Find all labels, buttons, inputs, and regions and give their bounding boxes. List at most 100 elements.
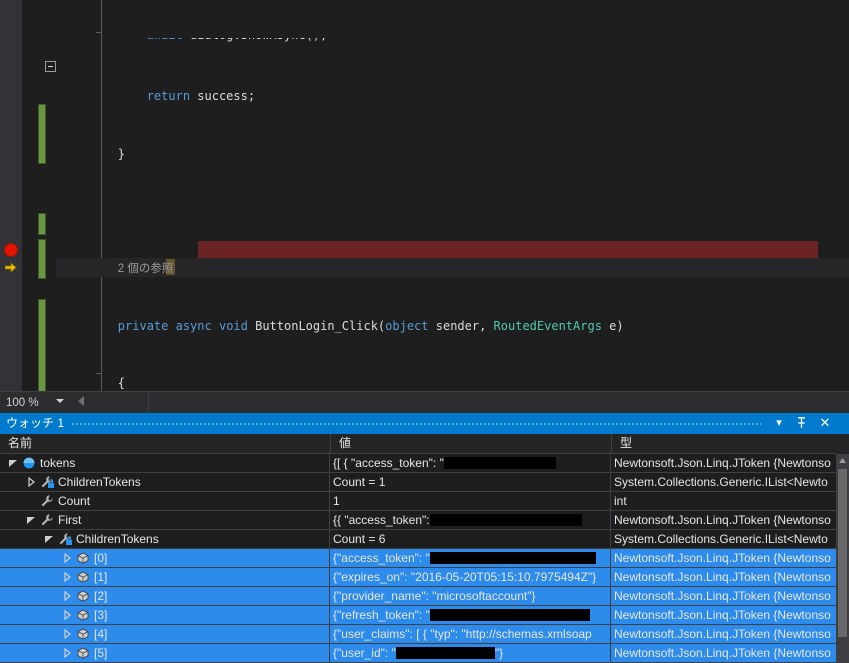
watch-row-type: System.Collections.Generic.IList<Newto <box>614 475 828 489</box>
watch-row-name-cell[interactable]: tokens <box>0 454 329 472</box>
horizontal-scroll-left-icon[interactable] <box>78 396 84 406</box>
watch-row-value[interactable]: {{ "access_token": <box>330 511 613 529</box>
scroll-up-icon[interactable] <box>836 454 849 467</box>
watch-row-value[interactable]: Count = 1 <box>330 473 613 491</box>
expander-collapsed-icon[interactable] <box>62 610 72 620</box>
expander-expanded-icon[interactable] <box>8 458 18 468</box>
watch-vertical-scrollbar[interactable] <box>836 454 849 663</box>
expander-collapsed-icon[interactable] <box>62 553 72 563</box>
change-bar <box>38 213 46 235</box>
zoom-level-combobox[interactable]: 100 % <box>6 395 74 412</box>
property-nonpublic-icon <box>58 532 72 546</box>
watch-row-name: [3] <box>94 608 108 622</box>
element-icon <box>76 627 90 641</box>
watch-rows[interactable]: tokens{[ { "access_token": " Newtonsoft.J… <box>0 454 836 663</box>
watch-row-name: [0] <box>94 551 108 565</box>
watch-row-type: Newtonsoft.Json.Linq.JToken {Newtonso <box>614 608 831 622</box>
watch-grid-header: 名前 値 型 <box>0 434 849 454</box>
divider <box>148 392 149 414</box>
code-text[interactable]: await dialog.ShowAsync(); return success… <box>56 0 849 391</box>
watch-row-value[interactable]: {"refresh_token": " <box>330 606 613 624</box>
close-icon[interactable]: ✕ <box>817 415 833 431</box>
column-header-name[interactable]: 名前 <box>0 434 330 453</box>
expander-collapsed-icon[interactable] <box>62 591 72 601</box>
expander-collapsed-icon[interactable] <box>62 629 72 639</box>
watch-panel: ウォッチ 1 ▾ ✕ 名前 値 型 tokens {[ { "access_tok… <box>0 413 849 663</box>
change-bar <box>38 239 46 279</box>
pin-icon[interactable] <box>793 415 809 431</box>
watch-row-name-cell[interactable]: First <box>0 511 329 529</box>
code-editor[interactable]: await dialog.ShowAsync(); return success… <box>0 0 849 391</box>
code-line: { <box>60 375 126 390</box>
watch-row[interactable]: [5] {"user_id": " "} Newtonsoft.Json.Linq.J… <box>0 644 836 663</box>
watch-row[interactable]: Count 1 int <box>0 492 836 511</box>
watch-row-name-cell[interactable]: [4] <box>0 625 329 643</box>
collapse-region-button[interactable] <box>45 61 56 72</box>
breakpoint-glyph[interactable] <box>4 243 18 257</box>
watch-title-label: ウォッチ 1 <box>6 416 65 430</box>
column-header-value[interactable]: 値 <box>331 434 611 453</box>
code-line: return success; <box>146 89 256 104</box>
watch-row-name-cell[interactable]: [2] <box>0 587 329 605</box>
watch-row-value[interactable]: {"expires_on": "2016-05-20T05:15:10.7975… <box>330 568 613 586</box>
watch-row-value[interactable]: {[ { "access_token": " <box>330 454 613 472</box>
watch-row[interactable]: [0] {"access_token": " Newtonsoft.Json.Lin… <box>0 549 836 568</box>
watch-row[interactable]: [1] {"expires_on": "2016-05-20T05:15:10.7… <box>0 568 836 587</box>
watch-row-type: Newtonsoft.Json.Linq.JToken {Newtonso <box>614 551 831 565</box>
expander-expanded-icon[interactable] <box>44 534 54 544</box>
expander-expanded-icon[interactable] <box>26 515 36 525</box>
watch-row[interactable]: [4] {"user_claims": [ { "typ": "http://sc… <box>0 625 836 644</box>
element-icon <box>76 608 90 622</box>
column-header-type[interactable]: 型 <box>612 434 836 453</box>
watch-row[interactable]: ChildrenTokens Count = 6 System.Collection… <box>0 530 836 549</box>
watch-row-name-cell[interactable]: ChildrenTokens <box>0 530 329 548</box>
watch-row-name: [2] <box>94 589 108 603</box>
watch-row-value[interactable]: 1 <box>330 492 613 510</box>
property-icon <box>40 494 54 508</box>
value-suffix: "} <box>494 646 504 660</box>
redacted-value <box>429 609 590 621</box>
watch-row-name-cell[interactable]: [3] <box>0 606 329 624</box>
chevron-down-icon[interactable]: ▾ <box>771 415 787 431</box>
watch-row-value[interactable]: {"access_token": " <box>330 549 613 567</box>
redacted-value <box>429 552 596 564</box>
codelens-label[interactable]: 2 個の参照 <box>118 263 174 275</box>
watch-row-value[interactable]: {"user_claims": [ { "typ": "http://schem… <box>330 625 613 643</box>
watch-row[interactable]: [2] {"provider_name": "microsoftaccount"}… <box>0 587 836 606</box>
watch-row-name: ChildrenTokens <box>76 532 159 546</box>
watch-row[interactable]: tokens {[ { "access_token": " Newtonsoft.J… <box>0 454 836 473</box>
watch-row-value[interactable]: Count = 6 <box>330 530 613 548</box>
codelens-references[interactable]: 2 個の参照 <box>56 259 849 278</box>
expander-collapsed-icon[interactable] <box>62 648 72 658</box>
watch-row[interactable]: First {{ "access_token": Newtonsoft.Json.L… <box>0 511 836 530</box>
scrollbar-corner <box>836 434 849 454</box>
watch-row-name-cell[interactable]: [1] <box>0 568 329 586</box>
watch-row-name-cell[interactable]: [5] <box>0 644 329 662</box>
title-drag-dots <box>72 423 761 425</box>
watch-row-value[interactable]: {"provider_name": "microsoftaccount"} <box>330 587 613 605</box>
code-line: } <box>60 146 126 161</box>
watch-row-name-cell[interactable]: [0] <box>0 549 329 567</box>
expander-collapsed-icon[interactable] <box>62 572 72 582</box>
watch-row-type: int <box>614 494 627 508</box>
chevron-down-icon[interactable] <box>56 399 64 403</box>
watch-title-bar[interactable]: ウォッチ 1 ▾ ✕ <box>0 413 849 434</box>
watch-row-name-cell[interactable]: ChildrenTokens <box>0 473 329 491</box>
code-line: private async void ButtonLogin_Click(obj… <box>117 318 624 333</box>
visual-studio-debugger-window: await dialog.ShowAsync(); return success… <box>0 0 849 663</box>
indicator-margin[interactable] <box>0 0 22 391</box>
watch-row[interactable]: [3] {"refresh_token": " Newtonsoft.Json.Li… <box>0 606 836 625</box>
current-statement-arrow-icon <box>4 260 17 273</box>
watch-row-type: System.Collections.Generic.IList<Newto <box>614 532 828 546</box>
watch-row-name: [1] <box>94 570 108 584</box>
watch-row-value[interactable]: {"user_id": " "} <box>330 644 613 662</box>
scrollbar-thumb[interactable] <box>838 469 847 637</box>
watch-row-name: First <box>58 513 82 527</box>
watch-row[interactable]: ChildrenTokens Count = 1 System.Collection… <box>0 473 836 492</box>
watch-row-name-cell[interactable]: Count <box>0 492 329 510</box>
watch-row-type: Newtonsoft.Json.Linq.JToken {Newtonso <box>614 646 831 660</box>
expander-collapsed-icon[interactable] <box>26 477 36 487</box>
watch-row-type: Newtonsoft.Json.Linq.JToken {Newtonso <box>614 589 831 603</box>
redacted-value <box>395 647 495 659</box>
